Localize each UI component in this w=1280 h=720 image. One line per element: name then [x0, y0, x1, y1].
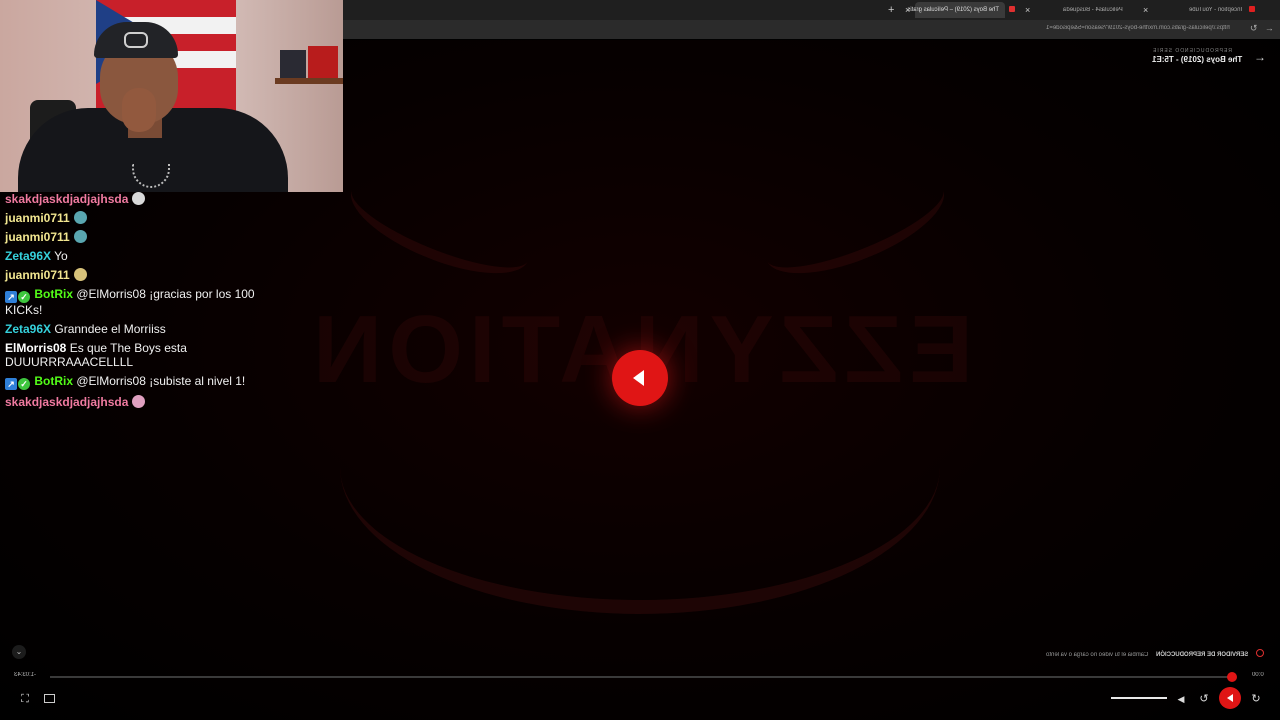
emote-icon	[73, 230, 87, 243]
shelf-item	[280, 50, 306, 78]
chat-message: juanmi0711	[5, 268, 275, 282]
chat-username[interactable]: BotRix	[34, 287, 73, 301]
logo-eye-left	[338, 156, 542, 294]
chat-message: ↗ ✓ BotRix @ElMorris08 ¡gracias por los 1…	[5, 287, 275, 317]
now-playing-label: REPRODUCIENDO SERIE	[1151, 48, 1232, 54]
now-playing-info: REPRODUCIENDO SERIE The Boys (2019) - T5…	[1152, 48, 1242, 64]
tab-favicon	[1009, 6, 1015, 12]
time-elapsed: 0:00	[1252, 672, 1264, 678]
play-icon	[1227, 694, 1233, 702]
tab-search[interactable]: Peliculas4 - Búsqueda	[1063, 2, 1123, 18]
bot-badge-icon: ↗	[5, 378, 17, 390]
volume-icon[interactable]: ◀	[1174, 692, 1188, 706]
chat-message: skakdjaskdjadjajhsda	[5, 395, 275, 409]
chat-message: Zeta96X Granndee el Morriiss	[5, 322, 275, 336]
play-button[interactable]	[612, 350, 668, 406]
chat-username[interactable]: skakdjaskdjadjajhsda	[5, 192, 128, 206]
chevron-down-icon[interactable]: ⌄	[12, 645, 26, 659]
cap-logo	[124, 32, 148, 48]
url-text: https://peliculas-gratis.com.mx/the-boys…	[1046, 25, 1230, 31]
fullscreen-icon[interactable]: ⛶	[18, 692, 32, 706]
youtube-icon	[1249, 6, 1255, 12]
server-hint: Cambia el tu video no carga o va lento	[1046, 652, 1149, 658]
tab-youtube[interactable]: Inception - YouTube	[1189, 2, 1242, 18]
play-icon	[633, 370, 644, 386]
back-icon[interactable]: ←	[1265, 23, 1274, 33]
episode-title: The Boys (2019) - T5:E1	[1151, 55, 1242, 64]
pip-icon[interactable]	[44, 694, 55, 703]
server-selector[interactable]: Cambia el tu video no carga o va lento S…	[1040, 649, 1264, 658]
time-remaining: -1:03:43	[14, 672, 37, 678]
server-icon	[1256, 649, 1264, 657]
chat-message: ↗ ✓ BotRix @ElMorris08 ¡subiste al nivel …	[5, 374, 275, 390]
close-tab-icon[interactable]: ×	[1025, 2, 1030, 18]
emote-icon	[132, 192, 146, 205]
streamer-hand	[122, 88, 156, 132]
rewind-icon[interactable]: ↺	[1197, 692, 1211, 706]
forward-icon[interactable]: ↻	[1249, 692, 1263, 706]
verified-badge-icon: ✓	[18, 291, 30, 303]
shelf-item	[308, 46, 338, 78]
chat-message: ElMorris08 Es que The Boys esta DUUURRRA…	[5, 341, 275, 369]
chat-username[interactable]: Zeta96X	[5, 249, 51, 263]
address-bar[interactable]: https://peliculas-gratis.com.mx/the-boys…	[343, 20, 1280, 39]
new-tab-button[interactable]: +	[888, 1, 894, 19]
shelf	[275, 78, 343, 84]
chat-message: juanmi0711	[5, 211, 275, 225]
verified-badge-icon: ✓	[18, 378, 30, 390]
chat-text: Granndee el Morriiss	[54, 322, 166, 336]
emote-icon	[73, 211, 87, 224]
chat-username[interactable]: ElMorris08	[5, 341, 66, 355]
chat-username[interactable]: BotRix	[34, 374, 73, 388]
back-arrow-icon[interactable]: ←	[1254, 50, 1266, 64]
chat-text: @ElMorris08 ¡subiste al nivel 1!	[76, 374, 246, 388]
progress-bar[interactable]	[50, 676, 1232, 678]
emote-icon	[132, 395, 146, 408]
chat-username[interactable]: Zeta96X	[5, 322, 51, 336]
emote-icon	[73, 268, 87, 281]
volume-slider[interactable]	[1111, 697, 1167, 699]
reload-icon[interactable]: ↻	[1250, 23, 1258, 34]
server-label: SERVIDOR DE REPRODUCCIÓN	[1156, 652, 1249, 658]
chat-message: Zeta96X Yo	[5, 249, 275, 263]
chat-username[interactable]: juanmi0711	[5, 230, 70, 244]
close-tab-icon[interactable]: ×	[1143, 2, 1148, 18]
chat-message: skakdjaskdjadjajhsda	[5, 192, 275, 206]
tab-the-boys[interactable]: The Boys (2019) – Películas gratis	[907, 2, 1005, 18]
chat-text: Yo	[54, 249, 68, 263]
logo-eye-right	[753, 156, 957, 294]
webcam-overlay	[0, 0, 343, 192]
chat-message: juanmi0711	[5, 230, 275, 244]
progress-handle[interactable]	[1227, 672, 1237, 682]
chat-username[interactable]: juanmi0711	[5, 268, 70, 282]
chat-username[interactable]: skakdjaskdjadjajhsda	[5, 395, 128, 409]
chat-username[interactable]: juanmi0711	[5, 211, 70, 225]
browser-tab-bar: + × The Boys (2019) – Películas gratis ×…	[343, 0, 1280, 20]
control-play-button[interactable]	[1219, 687, 1241, 709]
chat-overlay: skakdjaskdjadjajhsda juanmi0711 juanmi0711…	[5, 192, 275, 414]
bot-badge-icon: ↗	[5, 291, 17, 303]
